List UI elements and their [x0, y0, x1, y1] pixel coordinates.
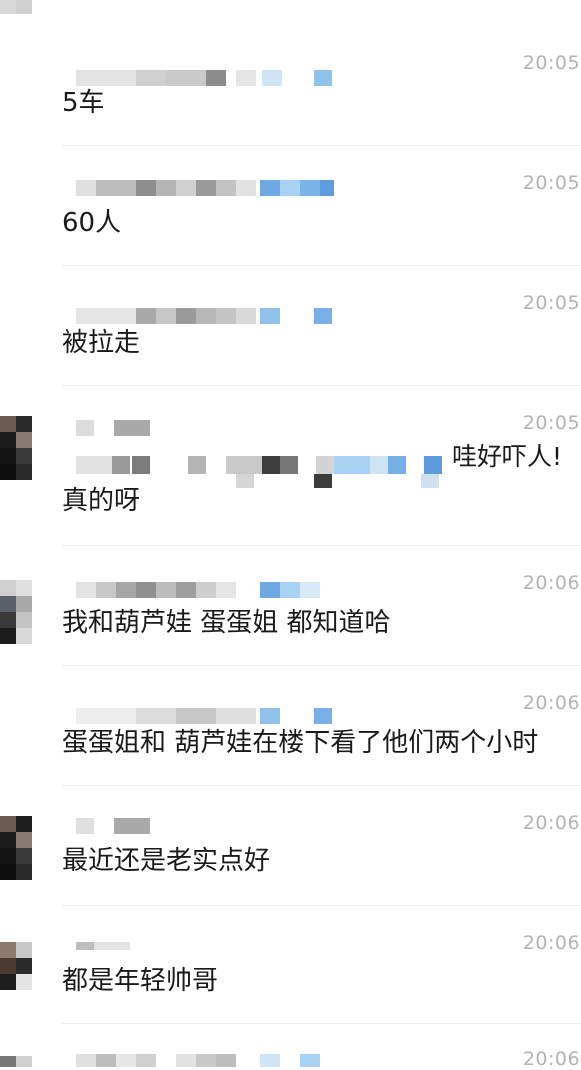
- sender-name-redacted: [76, 708, 346, 724]
- message-timestamp: 20:05:: [522, 292, 581, 314]
- divider: [62, 665, 581, 666]
- chat-history: 20:05: 5车 20:05: 60人 20:05: 被拉走 哇好吓人! 20…: [0, 0, 581, 1070]
- message-text: 60人: [62, 208, 122, 238]
- divider: [62, 785, 581, 786]
- avatar[interactable]: [0, 816, 41, 892]
- message-row[interactable]: 20:05: 被拉走: [0, 268, 581, 386]
- divider: [62, 905, 581, 906]
- quoted-message-tail: 哇好吓人!: [452, 442, 563, 471]
- divider: [62, 545, 581, 546]
- message-row[interactable]: 20:06: 蛋蛋姐和 葫芦娃在楼下看了他们两个小时: [0, 668, 581, 786]
- message-timestamp: 20:06:: [522, 572, 581, 594]
- message-row[interactable]: 20:05: 60人: [0, 148, 581, 266]
- divider: [62, 1023, 581, 1024]
- message-timestamp: 20:05:: [522, 52, 581, 74]
- sender-name-redacted: [76, 70, 346, 86]
- message-text: 被拉走: [62, 328, 141, 358]
- divider: [62, 145, 581, 146]
- sender-name-redacted: [76, 308, 346, 324]
- sender-name-redacted: [76, 420, 156, 436]
- message-text: 最近还是老实点好: [62, 846, 271, 876]
- message-row[interactable]: 20:05: 5车: [0, 28, 581, 146]
- avatar[interactable]: [0, 0, 41, 14]
- avatar[interactable]: [0, 580, 41, 656]
- message-text: 都是年轻帅哥: [62, 966, 219, 996]
- sender-name-redacted: [76, 1054, 346, 1067]
- sender-name-redacted: [76, 818, 156, 834]
- avatar[interactable]: [0, 416, 41, 492]
- sender-name-redacted: [76, 942, 136, 950]
- quoted-message-redacted: [76, 456, 446, 476]
- message-timestamp: 20:06:: [522, 932, 581, 954]
- sender-name-redacted: [76, 582, 346, 598]
- message-timestamp: 20:05:: [522, 172, 581, 194]
- message-row[interactable]: 哇好吓人! 20:05: 真的呀: [0, 388, 581, 546]
- message-row[interactable]: 20:06: 我和葫芦娃 蛋蛋姐 都知道哈: [0, 548, 581, 666]
- message-row-partial[interactable]: 20:06:: [0, 1026, 581, 1070]
- message-row[interactable]: 20:06: 最近还是老实点好: [0, 788, 581, 906]
- sender-name-redacted: [76, 180, 346, 196]
- divider: [62, 265, 581, 266]
- message-text: 5车: [62, 88, 105, 118]
- message-timestamp: 20:06:: [522, 812, 581, 834]
- avatar[interactable]: [0, 1056, 41, 1067]
- message-row-partial: [0, 0, 581, 28]
- message-text: 蛋蛋姐和 葫芦娃在楼下看了他们两个小时: [62, 728, 539, 758]
- avatar[interactable]: [0, 942, 41, 1002]
- message-timestamp: 20:06:: [522, 692, 581, 714]
- message-text: 我和葫芦娃 蛋蛋姐 都知道哈: [62, 608, 391, 638]
- message-text: 真的呀: [62, 486, 141, 516]
- divider: [62, 385, 581, 386]
- message-timestamp: 20:05:: [522, 412, 581, 434]
- message-row[interactable]: 20:06: 都是年轻帅哥: [0, 908, 581, 1024]
